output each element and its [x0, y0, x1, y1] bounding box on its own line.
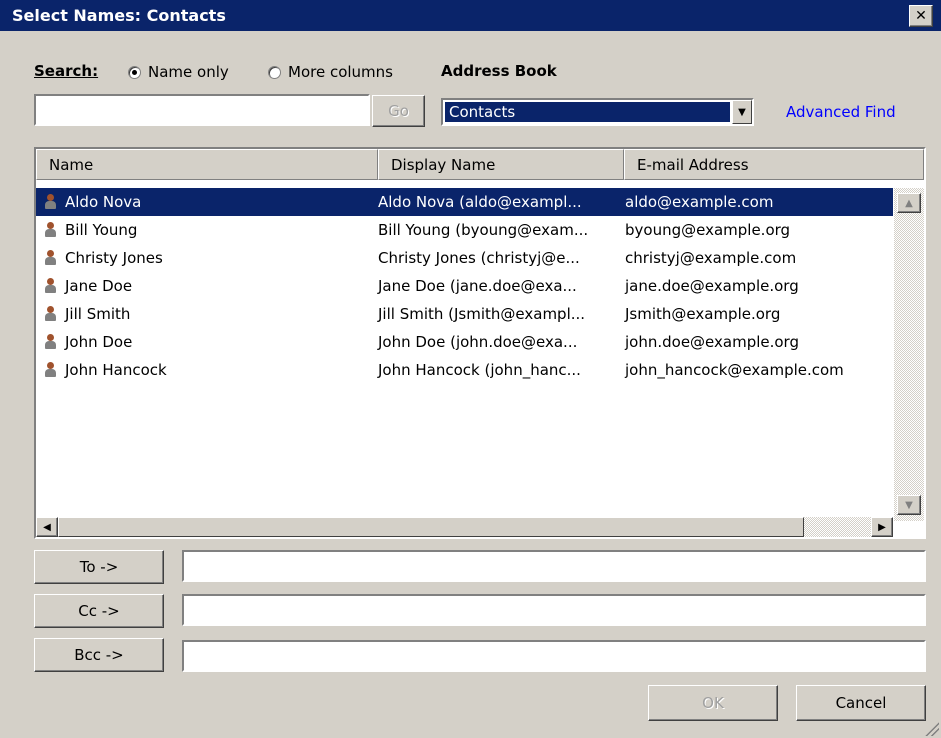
scroll-left-icon[interactable]: ◀ — [36, 517, 58, 537]
column-header-email[interactable]: E-mail Address — [624, 149, 924, 180]
cancel-button[interactable]: Cancel — [796, 685, 926, 721]
to-field[interactable] — [182, 550, 926, 582]
search-input[interactable] — [34, 94, 370, 126]
contact-icon — [44, 278, 57, 294]
scroll-down-icon[interactable]: ▼ — [897, 495, 921, 515]
contact-name-cell: John Hancock — [44, 361, 167, 379]
scroll-thumb[interactable] — [58, 517, 804, 537]
chevron-down-icon[interactable]: ▼ — [732, 100, 752, 124]
advanced-find-link[interactable]: Advanced Find — [786, 103, 896, 121]
contact-display-cell: Jane Doe (jane.doe@exa... — [378, 277, 577, 295]
contact-name-cell: Bill Young — [44, 221, 137, 239]
contact-email-cell: john_hancock@example.com — [625, 361, 844, 379]
contact-email-cell: christyj@example.com — [625, 249, 797, 267]
table-row[interactable]: Christy Jones Christy Jones (christyj@e..… — [36, 244, 893, 272]
window-title: Select Names: Contacts — [12, 6, 226, 25]
radio-checked-icon — [128, 65, 141, 79]
go-button[interactable]: Go — [372, 95, 425, 127]
contact-icon — [44, 222, 57, 238]
scroll-up-icon[interactable]: ▲ — [897, 193, 921, 213]
search-label: Search: — [34, 62, 99, 80]
column-header-display-name[interactable]: Display Name — [378, 149, 624, 180]
contact-email-cell: jane.doe@example.org — [625, 277, 799, 295]
contacts-list[interactable]: Name Display Name E-mail Address Aldo No… — [34, 147, 926, 539]
contact-name-cell: Jill Smith — [44, 305, 130, 323]
contacts-rows: Aldo Nova Aldo Nova (aldo@exampl... aldo@e… — [36, 188, 893, 384]
table-row[interactable]: John Hancock John Hancock (john_hanc... jo… — [36, 356, 893, 384]
contact-icon — [44, 362, 57, 378]
contact-display-cell: Bill Young (byoung@exam... — [378, 221, 589, 239]
contact-email-cell: Jsmith@example.org — [625, 305, 781, 323]
column-header-row: Name Display Name E-mail Address — [36, 149, 924, 180]
contact-name-cell: Jane Doe — [44, 277, 132, 295]
contact-name-cell: Christy Jones — [44, 249, 163, 267]
radio-name-only[interactable]: Name only — [128, 63, 229, 81]
contact-display-cell: John Hancock (john_hanc... — [378, 361, 581, 379]
contact-email-cell: byoung@example.org — [625, 221, 791, 239]
table-row[interactable]: Jane Doe Jane Doe (jane.doe@exa... jane.do… — [36, 272, 893, 300]
radio-more-columns-label: More columns — [288, 63, 393, 81]
table-row[interactable]: Bill Young Bill Young (byoung@exam... byou… — [36, 216, 893, 244]
scroll-right-icon[interactable]: ▶ — [871, 517, 893, 537]
to-button[interactable]: To -> — [34, 550, 164, 584]
ok-button[interactable]: OK — [648, 685, 778, 721]
contact-email-cell: aldo@example.com — [625, 193, 774, 211]
address-book-selected: Contacts — [444, 101, 731, 123]
cc-button[interactable]: Cc -> — [34, 594, 164, 628]
horizontal-scrollbar[interactable]: ◀ ▶ — [36, 517, 893, 537]
bcc-button[interactable]: Bcc -> — [34, 638, 164, 672]
contact-email-cell: john.doe@example.org — [625, 333, 799, 351]
resize-grip-icon[interactable] — [925, 722, 939, 736]
cc-field[interactable] — [182, 594, 926, 626]
table-row[interactable]: John Doe John Doe (john.doe@exa... john.do… — [36, 328, 893, 356]
contact-display-cell: Aldo Nova (aldo@exampl... — [378, 193, 582, 211]
radio-unchecked-icon — [268, 65, 281, 79]
table-row[interactable]: Aldo Nova Aldo Nova (aldo@exampl... aldo@e… — [36, 188, 893, 216]
contact-name-cell: John Doe — [44, 333, 132, 351]
table-row[interactable]: Jill Smith Jill Smith (Jsmith@exampl... Js… — [36, 300, 893, 328]
vertical-scrollbar[interactable]: ▲ ▼ — [894, 188, 924, 521]
contact-icon — [44, 306, 57, 322]
contact-icon — [44, 194, 57, 210]
address-book-label: Address Book — [441, 62, 557, 80]
contact-name-cell: Aldo Nova — [44, 193, 141, 211]
address-book-select[interactable]: Contacts ▼ — [441, 98, 754, 126]
close-icon: ✕ — [915, 7, 927, 24]
contact-icon — [44, 334, 57, 350]
bcc-field[interactable] — [182, 640, 926, 672]
radio-name-only-label: Name only — [148, 63, 229, 81]
close-button[interactable]: ✕ — [909, 4, 933, 27]
contact-display-cell: Jill Smith (Jsmith@exampl... — [378, 305, 586, 323]
title-bar: Select Names: Contacts ✕ — [0, 0, 941, 31]
radio-more-columns[interactable]: More columns — [268, 63, 393, 81]
contact-icon — [44, 250, 57, 266]
contact-display-cell: John Doe (john.doe@exa... — [378, 333, 578, 351]
contact-display-cell: Christy Jones (christyj@e... — [378, 249, 580, 267]
column-header-name[interactable]: Name — [36, 149, 378, 180]
